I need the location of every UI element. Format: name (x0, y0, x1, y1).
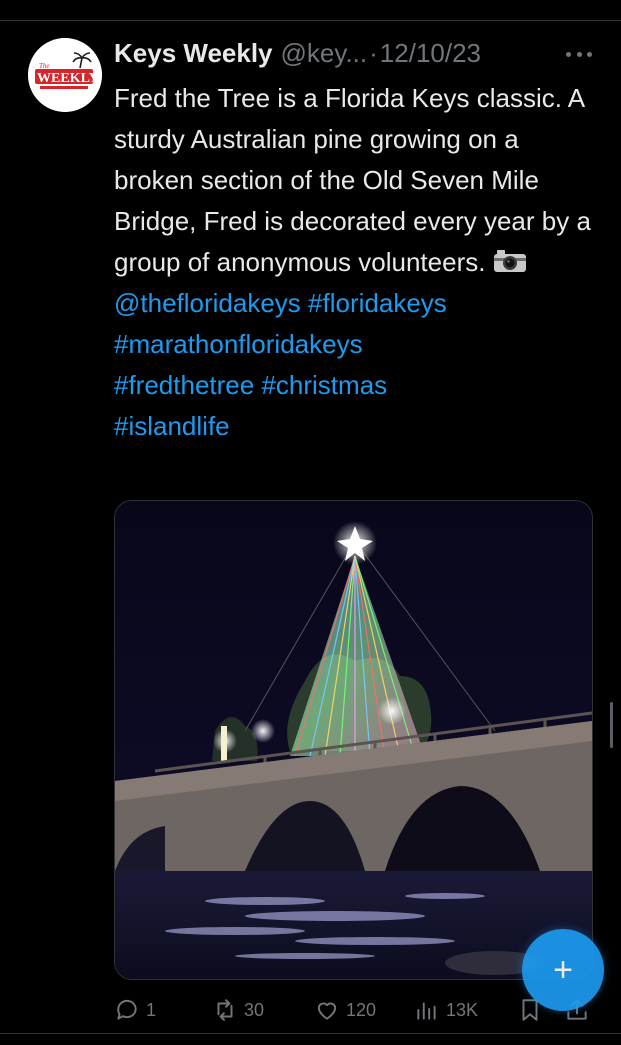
hashtag-link[interactable]: #fredthetree (114, 370, 254, 400)
views-button[interactable]: 13K (414, 994, 478, 1026)
tweet-header: Keys Weekly @key... · 12/10/23 (114, 36, 594, 70)
repost-icon (217, 999, 233, 1021)
tweet-actions: 1 30 120 13K (114, 994, 594, 1026)
tweet-text: Fred the Tree is a Florida Keys classic.… (114, 78, 599, 447)
tweet-media-photo[interactable] (114, 500, 593, 980)
views-icon (417, 1002, 436, 1020)
hashtag-link[interactable]: #christmas (261, 370, 387, 400)
tweet-body: Fred the Tree is a Florida Keys classic.… (114, 83, 591, 277)
compose-button[interactable]: + (522, 929, 604, 1011)
top-divider (0, 20, 621, 21)
reply-count: 1 (146, 999, 157, 1020)
logo-text: WEEKLY (37, 71, 99, 86)
scrollbar-thumb[interactable] (610, 702, 613, 748)
bottom-divider (0, 1033, 621, 1034)
repost-count: 30 (244, 999, 265, 1020)
hashtag-link[interactable]: #islandlife (114, 411, 230, 441)
hashtag-link[interactable]: #floridakeys (308, 288, 447, 318)
logo-small-text: The (39, 62, 50, 70)
photo-of-lit-tree-on-bridge (115, 501, 592, 979)
hashtag-link[interactable]: #marathonfloridakeys (114, 329, 363, 359)
author-name[interactable]: Keys Weekly (114, 38, 273, 69)
more-icon[interactable] (566, 44, 592, 64)
compose-icon: + (553, 950, 573, 989)
like-icon (317, 1002, 337, 1020)
like-button[interactable]: 120 (314, 994, 376, 1026)
like-count: 120 (346, 999, 377, 1020)
author-avatar[interactable]: The WEEKLY (28, 38, 102, 112)
repost-button[interactable]: 30 (212, 994, 264, 1026)
author-handle[interactable]: @key... (281, 38, 368, 69)
header-separator: · (369, 37, 378, 68)
reply-button[interactable]: 1 (114, 994, 156, 1026)
mention-link[interactable]: @thefloridakeys (114, 288, 301, 318)
camera-icon (494, 250, 527, 272)
views-count: 13K (446, 999, 479, 1020)
keys-weekly-logo: The WEEKLY (28, 38, 102, 112)
reply-icon (117, 999, 137, 1020)
tweet-date[interactable]: 12/10/23 (380, 38, 481, 69)
